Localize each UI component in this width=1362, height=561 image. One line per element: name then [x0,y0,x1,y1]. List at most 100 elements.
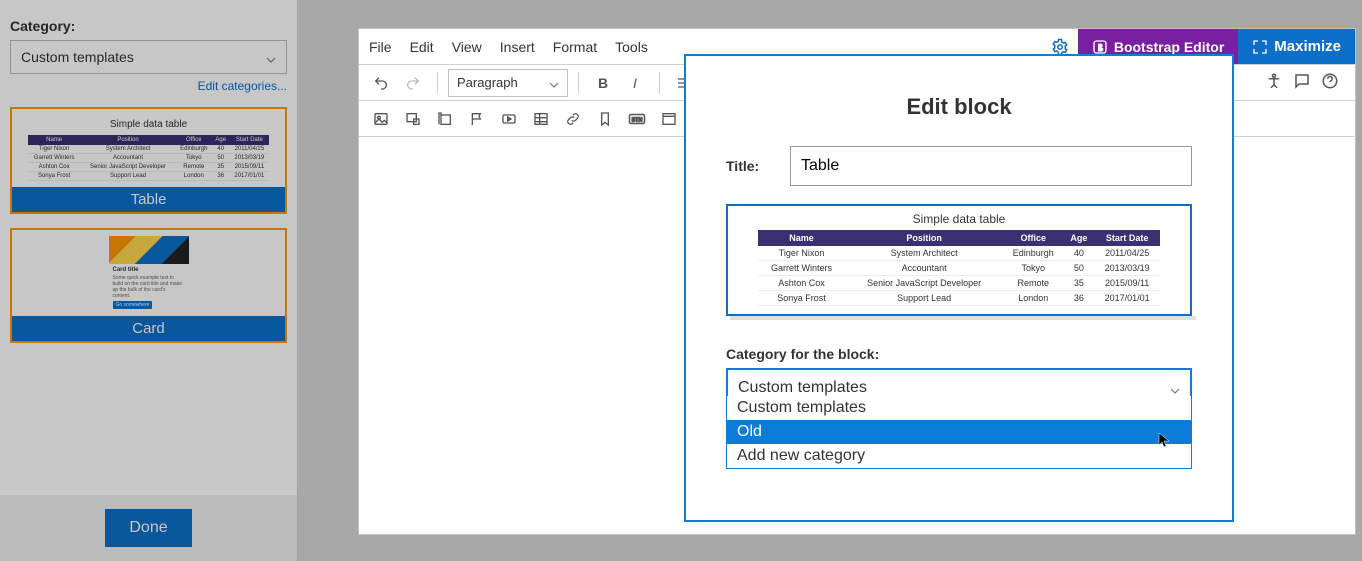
table-cell: System Architect [80,145,176,154]
edit-categories-link[interactable]: Edit categories... [198,79,287,93]
table-row: Sonya FrostSupport LeadLondon362017/01/0… [28,172,269,181]
table-cell: 50 [1063,261,1094,276]
link-icon[interactable] [559,105,587,133]
table-cell: Tiger Nixon [28,145,80,154]
table-cell: Support Lead [80,172,176,181]
image-icon[interactable] [367,105,395,133]
title-label: Title: [726,158,776,174]
done-button[interactable]: Done [105,509,191,547]
video-icon[interactable] [495,105,523,133]
table-cell: 2011/04/25 [1094,246,1160,261]
edit-block-dialog: Edit block Title: Simple data table Name… [684,54,1234,522]
table-cell: 40 [212,145,230,154]
mini-table: NamePositionOfficeAgeStart Date Tiger Ni… [28,135,269,181]
table-cell: 2013/03/19 [230,154,269,163]
menu-view[interactable]: View [452,39,482,55]
table-cell: Tiger Nixon [758,246,845,261]
table-cell: London [176,172,212,181]
table-cell: Remote [1003,276,1063,291]
redo-icon[interactable] [399,69,427,97]
table-cell: Edinburgh [1003,246,1063,261]
block-preview: Simple data table NamePositionOfficeAgeS… [726,204,1192,316]
italic-icon[interactable]: I [621,69,649,97]
paragraph-dd-value: Paragraph [457,75,518,90]
bootstrap-editor-label: Bootstrap Editor [1114,39,1224,55]
category-for-block-label: Category for the block: [726,346,1192,362]
table-cell: 2015/09/11 [230,163,269,172]
table-header: Position [845,230,1003,246]
template-label: Card [12,316,285,341]
template-item-card[interactable]: Card title Some quick example text to bu… [10,228,287,343]
mouse-cursor-icon [1158,432,1174,448]
table-cell: 2015/09/11 [1094,276,1160,291]
gallery-icon[interactable] [431,105,459,133]
table-icon[interactable] [527,105,555,133]
chevron-down-icon [1170,383,1180,393]
bookmark-icon[interactable] [591,105,619,133]
menu-insert[interactable]: Insert [500,39,535,55]
table-row: Garrett WintersAccountantTokyo502013/03/… [758,261,1160,276]
block-category-value: Custom templates [738,379,867,397]
dialog-title: Edit block [686,94,1232,120]
menu-edit[interactable]: Edit [410,39,434,55]
table-cell: 50 [212,154,230,163]
dropdown-option[interactable]: Old [727,420,1191,444]
dropdown-option[interactable]: Add new category [727,444,1191,468]
table-header: Start Date [1094,230,1160,246]
accessibility-icon[interactable] [1265,72,1283,93]
preview-table: NamePositionOfficeAgeStart Date Tiger Ni… [758,230,1160,306]
menu-format[interactable]: Format [553,39,597,55]
category-label: Category: [10,18,287,34]
mini-card-button: Go somewhere [113,301,153,309]
table-row: Garrett WintersAccountantTokyo502013/03/… [28,154,269,163]
templates-panel: Category: Custom templates Edit categori… [0,0,298,561]
table-row: Ashton CoxSenior JavaScript DeveloperRem… [28,163,269,172]
template-item-table[interactable]: Simple data table NamePositionOfficeAgeS… [10,107,287,214]
help-icon[interactable] [1321,72,1339,93]
table-cell: Tokyo [1003,261,1063,276]
preview-table-title: Simple data table [758,212,1160,226]
table-cell: System Architect [845,246,1003,261]
menu-file[interactable]: File [369,39,392,55]
table-row: Ashton CoxSenior JavaScript DeveloperRem… [758,276,1160,291]
undo-icon[interactable] [367,69,395,97]
category-select[interactable]: Custom templates [10,40,287,74]
template-label: Table [12,187,285,212]
table-cell: Senior JavaScript Developer [80,163,176,172]
table-cell: Edinburgh [176,145,212,154]
mini-table-title: Simple data table [28,119,269,130]
comment-icon[interactable] [1293,72,1311,93]
flag-icon[interactable] [463,105,491,133]
table-header: Name [28,135,80,145]
table-header: Age [1063,230,1094,246]
mini-card-text: Some quick example text to build on the … [113,275,185,299]
table-cell: 35 [212,163,230,172]
table-cell: 2013/03/19 [1094,261,1160,276]
table-cell: 2017/01/01 [1094,291,1160,306]
table-header: Office [1003,230,1063,246]
table-row: Sonya FrostSupport LeadLondon362017/01/0… [758,291,1160,306]
table-cell: Tokyo [176,154,212,163]
menu-tools[interactable]: Tools [615,39,648,55]
table-cell: Garrett Winters [758,261,845,276]
title-input[interactable] [790,146,1192,186]
table-cell: 36 [212,172,230,181]
table-cell: 40 [1063,246,1094,261]
table-header: Name [758,230,845,246]
button-icon[interactable]: BTN [623,105,651,133]
maximize-label: Maximize [1274,38,1341,55]
table-cell: 2017/01/01 [230,172,269,181]
dropdown-option[interactable]: Custom templates [727,396,1191,420]
window-icon[interactable] [655,105,683,133]
maximize-button[interactable]: Maximize [1238,29,1355,64]
mini-card-title: Card title [113,267,185,273]
table-cell: Remote [176,163,212,172]
paragraph-dropdown[interactable]: Paragraph [448,69,568,97]
chevron-down-icon [549,78,559,88]
table-cell: Senior JavaScript Developer [845,276,1003,291]
image-responsive-icon[interactable] [399,105,427,133]
category-dropdown-list: Custom templatesOldAdd new category [726,396,1192,469]
table-header: Age [212,135,230,145]
table-cell: Ashton Cox [758,276,845,291]
bold-icon[interactable]: B [589,69,617,97]
